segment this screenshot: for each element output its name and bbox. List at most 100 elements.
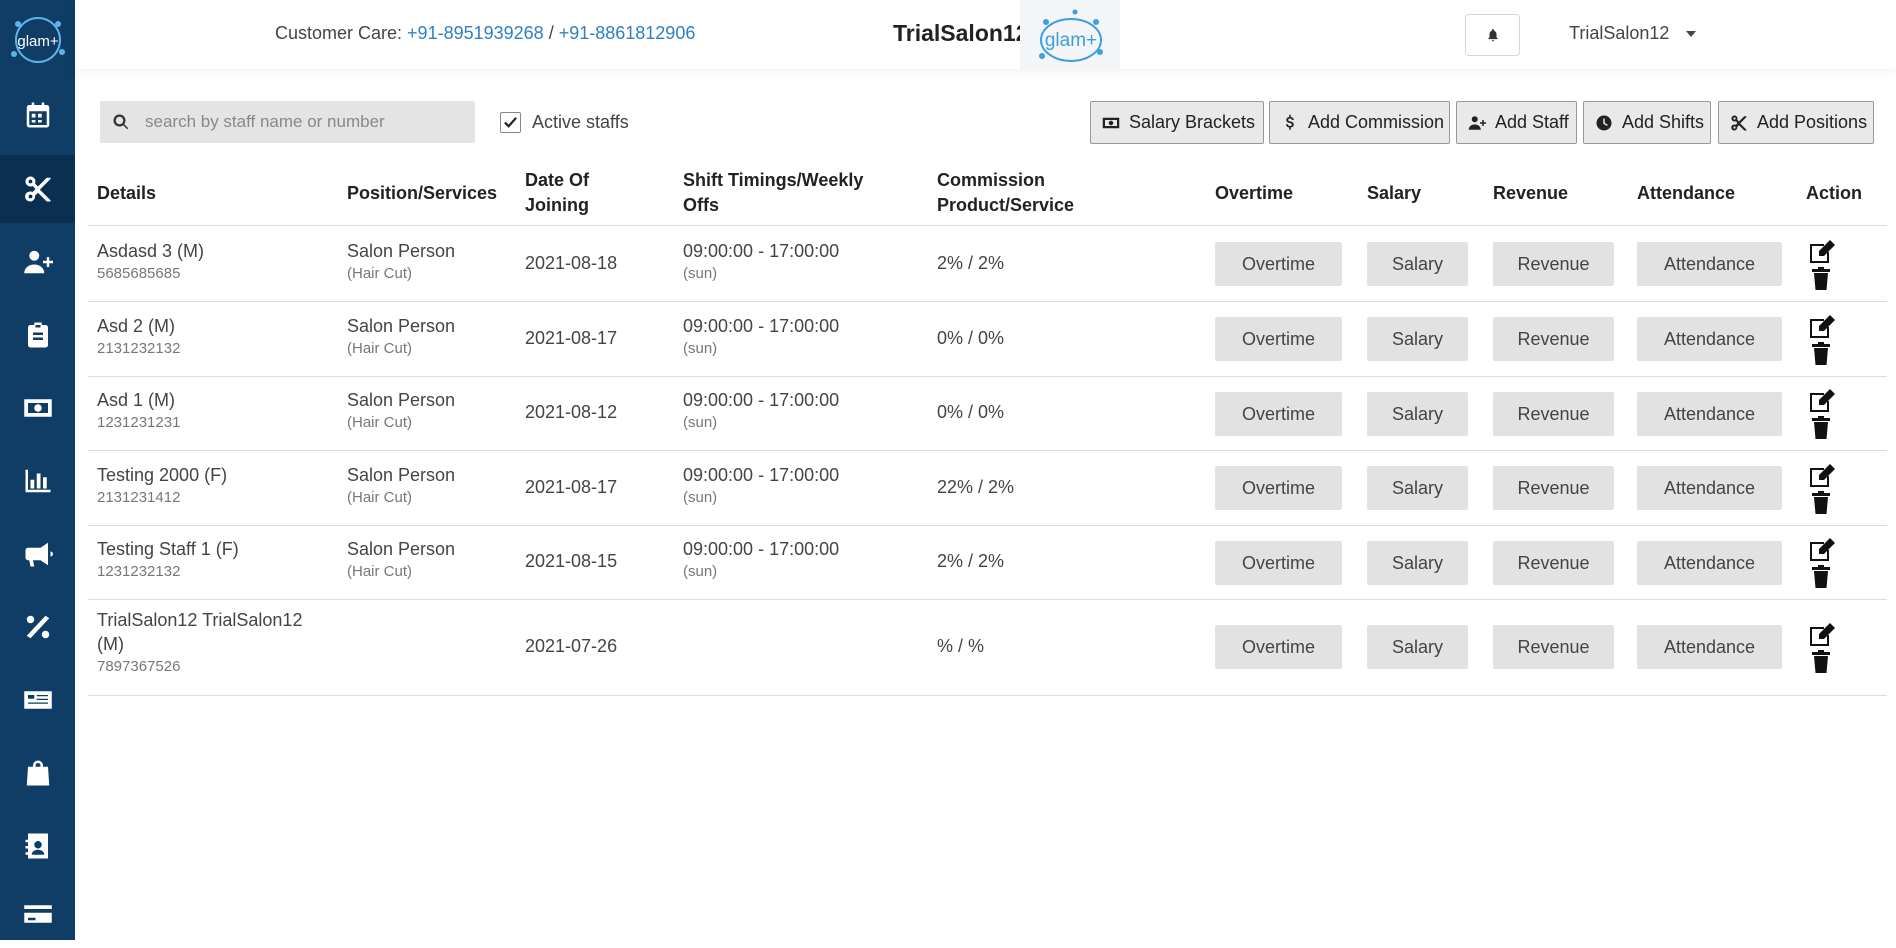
edit-icon[interactable] bbox=[1808, 537, 1838, 563]
salon-name: TrialSalon12 bbox=[893, 20, 1029, 46]
edit-icon[interactable] bbox=[1808, 622, 1838, 648]
staff-details: Testing Staff 1 (F) 1231232132 bbox=[97, 539, 239, 580]
sidebar-item-money[interactable] bbox=[0, 374, 75, 442]
col-details: Details bbox=[97, 182, 157, 203]
overtime-button[interactable]: Overtime bbox=[1215, 242, 1342, 286]
weekly-offs: (sun) bbox=[683, 489, 718, 506]
sidebar-item-shop[interactable] bbox=[0, 739, 75, 807]
sidebar-item-discounts[interactable] bbox=[0, 593, 75, 661]
add-shifts-button[interactable]: Add Shifts bbox=[1583, 101, 1711, 144]
search-box bbox=[100, 101, 475, 143]
sidebar-item-staff[interactable] bbox=[0, 155, 75, 223]
col-doj: Date Of Joining bbox=[525, 160, 589, 226]
staff-phone: 1231232132 bbox=[97, 563, 181, 580]
attendance-button[interactable]: Attendance bbox=[1637, 242, 1782, 286]
notifications-button[interactable] bbox=[1465, 14, 1520, 56]
overtime-button[interactable]: Overtime bbox=[1215, 392, 1342, 436]
salary-button[interactable]: Salary bbox=[1367, 625, 1468, 669]
chevron-down-icon[interactable] bbox=[1686, 31, 1696, 37]
shopping-bag-icon bbox=[26, 760, 49, 786]
weekly-offs: (sun) bbox=[683, 563, 718, 580]
trash-icon[interactable] bbox=[1808, 341, 1834, 365]
glam-logo[interactable]: glam+ bbox=[6, 16, 70, 66]
staff-name: Testing 2000 (F) bbox=[97, 465, 228, 485]
staff-name-line2: (M) bbox=[97, 634, 124, 654]
edit-icon[interactable] bbox=[1808, 239, 1838, 265]
row-actions bbox=[1808, 622, 1842, 673]
sidebar-item-marketing[interactable] bbox=[0, 520, 75, 588]
salary-button[interactable]: Salary bbox=[1367, 466, 1468, 510]
date-of-joining: 2021-08-15 bbox=[525, 551, 618, 571]
sidebar-item-clipboard[interactable] bbox=[0, 301, 75, 369]
weekly-offs: (sun) bbox=[683, 340, 718, 357]
revenue-button[interactable]: Revenue bbox=[1493, 625, 1614, 669]
overtime-button[interactable]: Overtime bbox=[1215, 466, 1342, 510]
attendance-button[interactable]: Attendance bbox=[1637, 625, 1782, 669]
trash-icon[interactable] bbox=[1808, 564, 1834, 588]
overtime-button[interactable]: Overtime bbox=[1215, 317, 1342, 361]
revenue-button[interactable]: Revenue bbox=[1493, 541, 1614, 585]
customer-care-label: Customer Care: bbox=[275, 23, 408, 43]
user-menu[interactable]: TrialSalon12 bbox=[1569, 23, 1669, 44]
date-of-joining: 2021-08-17 bbox=[525, 328, 618, 348]
trash-icon[interactable] bbox=[1808, 415, 1834, 439]
position-name: Salon Person bbox=[347, 316, 456, 336]
overtime-button[interactable]: Overtime bbox=[1215, 625, 1342, 669]
staff-name: Asd 1 (M) bbox=[97, 390, 176, 410]
trash-icon[interactable] bbox=[1808, 490, 1834, 514]
search-input[interactable] bbox=[145, 101, 465, 143]
position-name: Salon Person bbox=[347, 465, 456, 485]
staff-phone: 1231231231 bbox=[97, 414, 181, 431]
sidebar: glam+ bbox=[0, 0, 75, 940]
add-staff-button[interactable]: Add Staff bbox=[1456, 101, 1577, 144]
phone-link-2[interactable]: +91-8861812906 bbox=[559, 23, 696, 43]
add-commission-button[interactable]: Add Commission bbox=[1269, 101, 1450, 144]
commission-value: 2% / 2% bbox=[937, 253, 1005, 273]
position-name: Salon Person bbox=[347, 390, 456, 410]
date-of-joining: 2021-08-18 bbox=[525, 253, 618, 273]
revenue-button[interactable]: Revenue bbox=[1493, 317, 1614, 361]
revenue-button[interactable]: Revenue bbox=[1493, 466, 1614, 510]
sidebar-item-news[interactable] bbox=[0, 666, 75, 734]
salary-brackets-button[interactable]: Salary Brackets bbox=[1090, 101, 1264, 144]
sidebar-item-billing[interactable] bbox=[0, 880, 75, 948]
active-staffs-checkbox[interactable] bbox=[500, 112, 521, 133]
attendance-button[interactable]: Attendance bbox=[1637, 392, 1782, 436]
salary-button[interactable]: Salary bbox=[1367, 317, 1468, 361]
overtime-button[interactable]: Overtime bbox=[1215, 541, 1342, 585]
sidebar-item-reports[interactable] bbox=[0, 447, 75, 515]
edit-icon[interactable] bbox=[1808, 463, 1838, 489]
staff-phone: 5685685685 bbox=[97, 265, 181, 282]
staff-position: Salon Person (Hair Cut) bbox=[347, 316, 455, 357]
edit-icon[interactable] bbox=[1808, 388, 1838, 414]
attendance-button[interactable]: Attendance bbox=[1637, 541, 1782, 585]
attendance-button[interactable]: Attendance bbox=[1637, 466, 1782, 510]
col-attendance: Attendance bbox=[1637, 182, 1736, 203]
commission-value: 0% / 0% bbox=[937, 402, 1005, 422]
trash-icon[interactable] bbox=[1808, 649, 1834, 673]
sidebar-item-add-user[interactable] bbox=[0, 228, 75, 296]
phone-link-1[interactable]: +91-8951939268 bbox=[407, 23, 544, 43]
salary-button[interactable]: Salary bbox=[1367, 242, 1468, 286]
shift-timing: 09:00:00 - 17:00:00 (sun) bbox=[683, 465, 839, 506]
salary-button[interactable]: Salary bbox=[1367, 392, 1468, 436]
position-services: (Hair Cut) bbox=[347, 489, 413, 506]
weekly-offs: (sun) bbox=[683, 265, 718, 282]
chart-icon bbox=[25, 469, 50, 493]
edit-icon[interactable] bbox=[1808, 314, 1838, 340]
salary-brackets-label: Salary Brackets bbox=[1129, 112, 1256, 132]
trash-icon[interactable] bbox=[1808, 266, 1834, 290]
revenue-button[interactable]: Revenue bbox=[1493, 392, 1614, 436]
revenue-button[interactable]: Revenue bbox=[1493, 242, 1614, 286]
sidebar-item-calendar[interactable] bbox=[0, 81, 75, 149]
attendance-button[interactable]: Attendance bbox=[1637, 317, 1782, 361]
commission-value: % / % bbox=[937, 636, 985, 656]
staff-details: Asdasd 3 (M) 5685685685 bbox=[97, 241, 204, 282]
commission-value: 22% / 2% bbox=[937, 477, 1015, 497]
add-user-icon bbox=[1468, 115, 1486, 130]
salary-button[interactable]: Salary bbox=[1367, 541, 1468, 585]
staff-phone: 2131232132 bbox=[97, 340, 181, 357]
add-positions-button[interactable]: Add Positions bbox=[1718, 101, 1874, 144]
position-services: (Hair Cut) bbox=[347, 265, 413, 282]
sidebar-item-contacts[interactable] bbox=[0, 812, 75, 880]
